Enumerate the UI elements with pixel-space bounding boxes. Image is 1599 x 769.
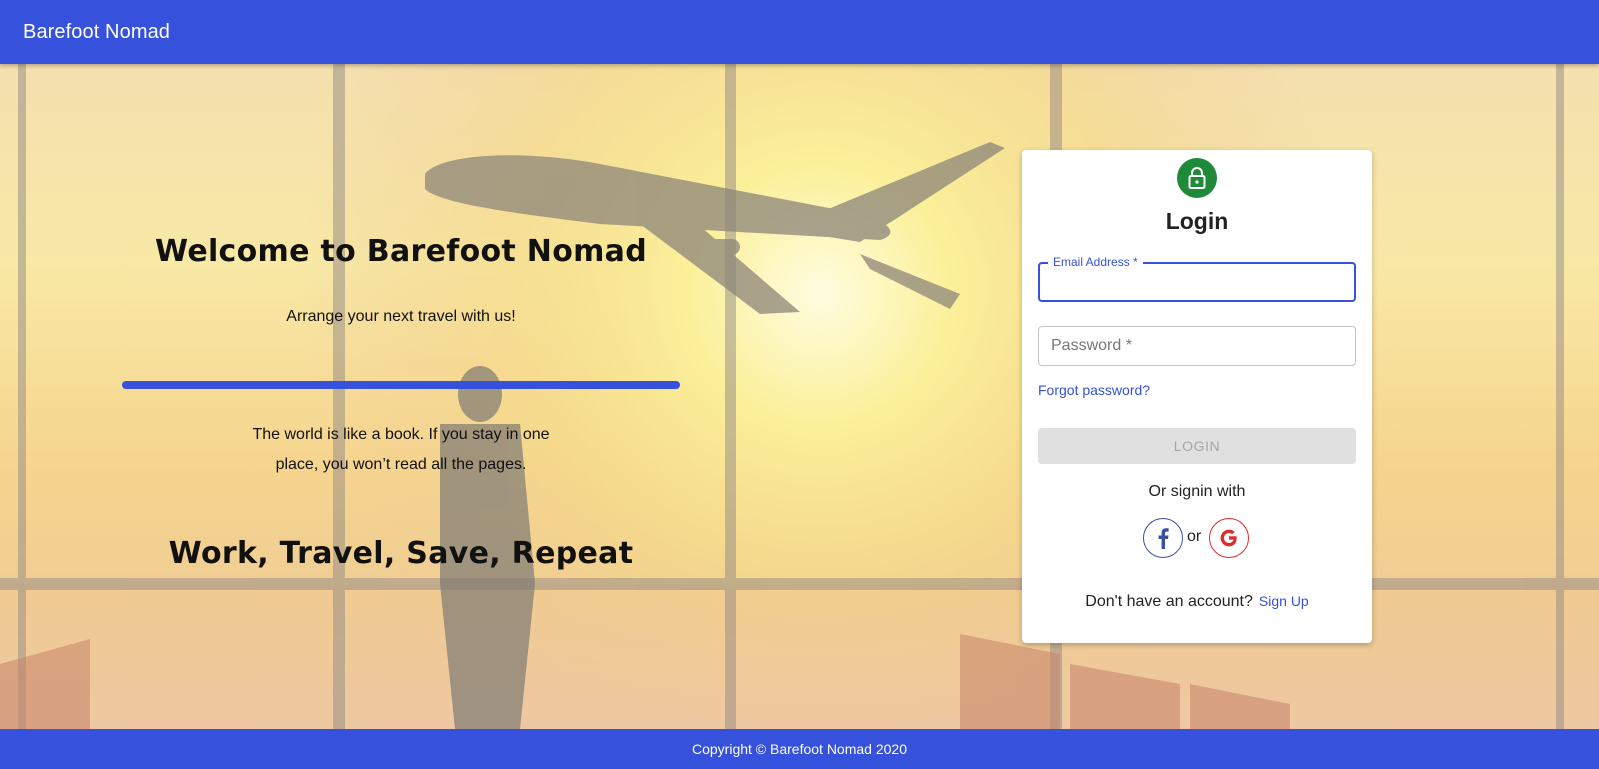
email-field[interactable]: Email Address * — [1038, 255, 1356, 302]
signup-row: Don't have an account? Sign Up — [1022, 593, 1372, 611]
password-field[interactable] — [1038, 326, 1356, 366]
brand-title[interactable]: Barefoot Nomad — [23, 21, 170, 44]
tagline-text: Arrange your next travel with us! — [286, 308, 516, 325]
google-icon — [1220, 529, 1237, 547]
forgot-password-link[interactable]: Forgot password? — [1038, 382, 1150, 398]
lock-icon — [1177, 158, 1217, 198]
footer: Copyright © Barefoot Nomad 2020 — [0, 729, 1599, 769]
signup-link[interactable]: Sign Up — [1259, 593, 1309, 609]
accent-divider — [122, 381, 680, 389]
login-card: Login Email Address * Forgot password? L… — [1022, 150, 1372, 643]
welcome-heading: Welcome to Barefoot Nomad — [155, 234, 647, 269]
facebook-signin-button[interactable] — [1143, 518, 1183, 558]
or-separator: or — [1187, 528, 1202, 545]
email-input[interactable] — [1040, 264, 1354, 300]
or-signin-text: Or signin with — [1148, 483, 1246, 500]
app-bar: Barefoot Nomad — [0, 0, 1599, 64]
no-account-text: Don't have an account? — [1085, 593, 1253, 610]
login-button[interactable]: LOGIN — [1038, 428, 1356, 464]
copyright-text: Copyright © Barefoot Nomad 2020 — [692, 741, 907, 757]
email-label: Email Address * — [1048, 255, 1143, 269]
quote-text: The world is like a book. If you stay in… — [252, 426, 550, 473]
password-input[interactable] — [1039, 327, 1355, 365]
login-title: Login — [1165, 208, 1229, 234]
facebook-icon — [1158, 528, 1169, 549]
google-signin-button[interactable] — [1209, 518, 1249, 558]
motto-heading: Work, Travel, Save, Repeat — [168, 536, 634, 571]
